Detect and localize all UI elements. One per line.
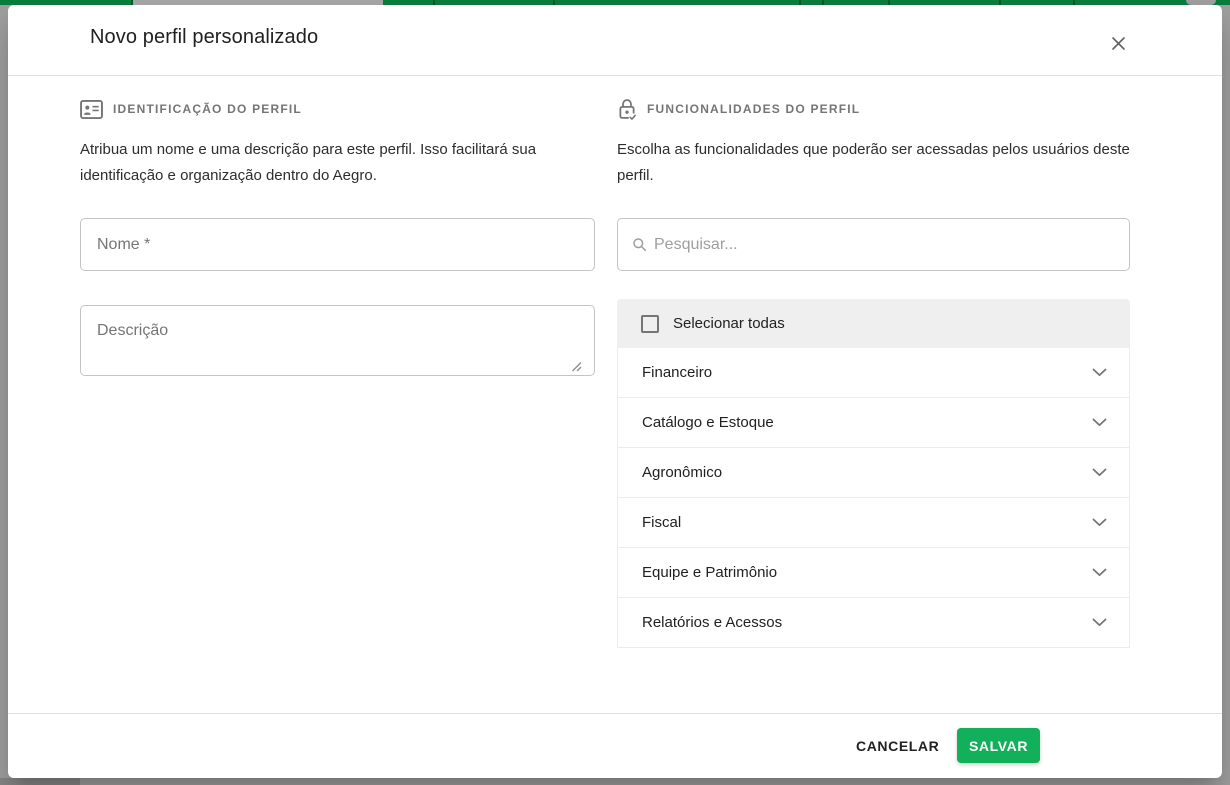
lock-check-icon: [617, 98, 637, 121]
chevron-down-icon: [1092, 368, 1107, 377]
chevron-down-icon: [1092, 468, 1107, 477]
section-heading: IDENTIFICAÇÃO DO PERFIL: [113, 102, 302, 116]
section-description: Atribua um nome e uma descrição para est…: [80, 137, 595, 189]
dialog-footer: CANCELAR SALVAR: [8, 714, 1222, 778]
category-label: Catálogo e Estoque: [642, 414, 774, 431]
feature-search: [617, 218, 1130, 271]
search-input[interactable]: [617, 218, 1130, 271]
category-label: Equipe e Patrimônio: [642, 564, 777, 581]
chevron-down-icon: [1092, 618, 1107, 627]
category-list: Selecionar todas Financeiro Catálogo e Es…: [617, 299, 1130, 648]
dialog-header: Novo perfil personalizado: [8, 5, 1222, 75]
category-row[interactable]: Equipe e Patrimônio: [617, 548, 1130, 598]
name-input[interactable]: [80, 218, 595, 271]
close-icon: [1111, 36, 1126, 51]
chevron-down-icon: [1092, 568, 1107, 577]
header-divider: [8, 75, 1222, 76]
dialog-title: Novo perfil personalizado: [90, 26, 318, 49]
select-all-checkbox[interactable]: [641, 315, 659, 333]
profile-identification-section: IDENTIFICAÇÃO DO PERFIL Atribua um nome …: [80, 97, 595, 189]
category-row[interactable]: Catálogo e Estoque: [617, 398, 1130, 448]
section-header: IDENTIFICAÇÃO DO PERFIL: [80, 97, 595, 121]
category-row[interactable]: Financeiro: [617, 348, 1130, 398]
category-row[interactable]: Relatórios e Acessos: [617, 598, 1130, 648]
close-button[interactable]: [1106, 31, 1130, 55]
chevron-down-icon: [1092, 518, 1107, 527]
category-label: Fiscal: [642, 514, 681, 531]
new-profile-dialog: Novo perfil personalizado IDENTIFICAÇÃO …: [8, 5, 1222, 778]
category-label: Relatórios e Acessos: [642, 614, 782, 631]
category-row[interactable]: Agronômico: [617, 448, 1130, 498]
category-label: Agronômico: [642, 464, 722, 481]
description-textarea[interactable]: [80, 305, 595, 376]
select-all-row[interactable]: Selecionar todas: [617, 299, 1130, 348]
select-all-label: Selecionar todas: [673, 315, 785, 332]
contact-card-icon: [80, 100, 103, 119]
section-heading: FUNCIONALIDADES DO PERFIL: [647, 102, 860, 116]
chevron-down-icon: [1092, 418, 1107, 427]
category-label: Financeiro: [642, 364, 712, 381]
section-header: FUNCIONALIDADES DO PERFIL: [617, 97, 1130, 121]
cancel-button[interactable]: CANCELAR: [848, 729, 947, 763]
page-footer-fragment: [0, 778, 80, 785]
section-description: Escolha as funcionalidades que poderão s…: [617, 137, 1130, 189]
category-row[interactable]: Fiscal: [617, 498, 1130, 548]
save-button[interactable]: SALVAR: [957, 728, 1040, 763]
profile-features-section: FUNCIONALIDADES DO PERFIL Escolha as fun…: [617, 97, 1130, 189]
